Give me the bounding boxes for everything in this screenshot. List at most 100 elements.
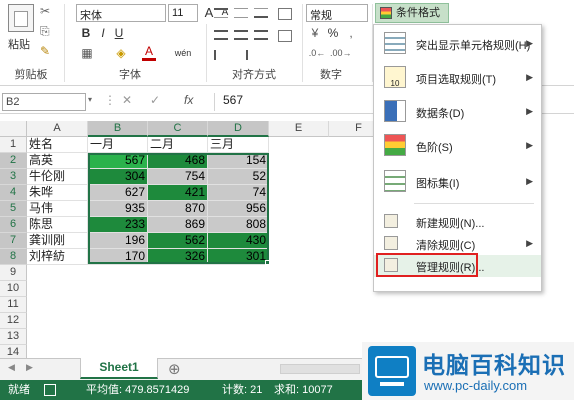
status-count: 计数: 21: [222, 384, 263, 396]
row-header-2[interactable]: 2: [0, 153, 27, 169]
insert-function-button[interactable]: fx: [184, 93, 193, 107]
font-name-select[interactable]: 宋体: [76, 4, 166, 22]
align-top-icon[interactable]: [214, 8, 228, 18]
copy-icon[interactable]: ⎘: [40, 24, 50, 39]
cf-menu-item-1[interactable]: 10 项目选取规则(T) ▶: [374, 61, 541, 95]
increase-decimal-icon[interactable]: .0←: [308, 44, 326, 62]
cut-icon[interactable]: ✂: [40, 4, 50, 18]
row-header-4[interactable]: 4: [0, 185, 27, 201]
sheet-scrollbar[interactable]: [280, 364, 360, 374]
phonetic-button[interactable]: wén: [170, 44, 196, 62]
wrap-text-icon[interactable]: [278, 8, 292, 20]
row-header-3[interactable]: 3: [0, 169, 27, 185]
select-all-corner[interactable]: [0, 121, 27, 137]
column-header-d[interactable]: D: [208, 121, 269, 137]
row-header-11[interactable]: 11: [0, 297, 27, 313]
submenu-arrow-icon: ▶: [526, 238, 533, 248]
align-left-icon[interactable]: [214, 30, 228, 40]
name-box-dropdown-icon[interactable]: ▾: [88, 95, 92, 104]
formula-input[interactable]: 567: [214, 93, 374, 111]
cf-menu-item-2[interactable]: 数据条(D) ▶: [374, 95, 541, 129]
separator: [64, 4, 65, 82]
cell[interactable]: 朱哗: [27, 185, 88, 201]
watermark-title: 电脑百科知识: [422, 352, 566, 378]
cf-menu-item-6[interactable]: 清除规则(C) ▶: [374, 233, 541, 255]
fill-color-icon[interactable]: ◈: [114, 44, 128, 62]
sheet-tab-sheet1[interactable]: Sheet1: [80, 358, 158, 379]
percent-button[interactable]: %: [326, 24, 340, 42]
cf-menu-item-5[interactable]: 新建规则(N)...: [374, 211, 541, 233]
cf-menu-item-4[interactable]: 图标集(I) ▶: [374, 165, 541, 199]
cell[interactable]: 高英: [27, 153, 88, 169]
font-size-select[interactable]: 11: [168, 4, 198, 22]
column-header-a[interactable]: A: [27, 121, 88, 137]
watermark-url: www.pc-daily.com: [424, 378, 528, 393]
bold-button[interactable]: B: [78, 24, 94, 42]
row-header-9[interactable]: 9: [0, 265, 27, 281]
conditional-formatting-button[interactable]: 条件格式 ▾: [375, 3, 449, 36]
paste-button[interactable]: 粘贴: [8, 36, 30, 52]
currency-icon[interactable]: ¥: [308, 24, 322, 42]
highlight-box: [376, 253, 478, 277]
cell[interactable]: 一月: [88, 137, 148, 153]
data-bars-icon: [384, 100, 406, 122]
cell[interactable]: 刘梓紡: [27, 249, 88, 265]
scroll-left-icon[interactable]: ◀: [8, 362, 15, 373]
cell[interactable]: 姓名: [27, 137, 88, 153]
scroll-right-icon[interactable]: ▶: [26, 362, 33, 373]
watermark: 电脑百科知识 www.pc-daily.com: [362, 342, 574, 400]
row-header-13[interactable]: 13: [0, 329, 27, 345]
cell[interactable]: 二月: [148, 137, 208, 153]
fill-handle[interactable]: [265, 260, 270, 265]
cf-menu-item-0[interactable]: 突出显示单元格规则(H) ▶: [374, 27, 541, 61]
row-header-5[interactable]: 5: [0, 201, 27, 217]
name-box[interactable]: B2: [2, 93, 86, 111]
cell[interactable]: 三月: [208, 137, 269, 153]
cell[interactable]: 马伟: [27, 201, 88, 217]
underline-button[interactable]: U: [112, 24, 126, 42]
cf-menu-item-label: 项目选取规则(T): [416, 74, 497, 86]
merge-cells-icon[interactable]: [278, 30, 292, 42]
clear-rules-icon: [384, 236, 398, 250]
submenu-arrow-icon: ▶: [526, 176, 533, 186]
column-header-b[interactable]: B: [88, 121, 148, 137]
decrease-decimal-icon[interactable]: .00→: [330, 44, 352, 62]
conditional-formatting-menu: 突出显示单元格规则(H) ▶ 10 项目选取规则(T) ▶ 数据条(D) ▶ 色阶(S) ▶ 图标…: [373, 24, 542, 292]
cancel-icon[interactable]: ✕: [122, 93, 132, 107]
borders-icon[interactable]: ▦: [80, 44, 94, 62]
number-format-select[interactable]: 常规: [306, 4, 368, 22]
highlight-rules-icon: [384, 32, 406, 54]
row-header-6[interactable]: 6: [0, 217, 27, 233]
cell[interactable]: 陈思: [27, 217, 88, 233]
row-header-7[interactable]: 7: [0, 233, 27, 249]
cell[interactable]: 龚训刚: [27, 233, 88, 249]
row-header-8[interactable]: 8: [0, 249, 27, 265]
row-header-10[interactable]: 10: [0, 281, 27, 297]
cf-menu-item-label: 图标集(I): [416, 178, 460, 190]
font-color-button[interactable]: A: [142, 44, 156, 61]
watermark-logo-icon: [368, 346, 416, 396]
clipboard-group-label: 剪贴板: [14, 69, 48, 81]
cell[interactable]: 牛伦刚: [27, 169, 88, 185]
row-header-12[interactable]: 12: [0, 313, 27, 329]
align-right-icon[interactable]: [254, 30, 268, 40]
cf-menu-item-label: 清除规则(C): [416, 240, 476, 252]
align-middle-icon[interactable]: [234, 8, 248, 18]
enter-icon[interactable]: ✓: [150, 93, 160, 107]
column-header-c[interactable]: C: [148, 121, 208, 137]
separator: [302, 4, 303, 82]
italic-button[interactable]: I: [96, 24, 110, 42]
macro-record-icon[interactable]: [44, 384, 56, 396]
align-bottom-icon[interactable]: [254, 8, 268, 18]
row-header-1[interactable]: 1: [0, 137, 27, 153]
comma-style-icon[interactable]: ,: [344, 24, 358, 42]
indent-icon[interactable]: [214, 50, 228, 60]
format-painter-icon[interactable]: ✎: [40, 44, 50, 58]
cf-menu-item-3[interactable]: 色阶(S) ▶: [374, 129, 541, 163]
column-header-e[interactable]: E: [269, 121, 329, 137]
more-icon: ⋮: [104, 93, 116, 107]
outdent-icon[interactable]: [234, 50, 248, 60]
align-center-icon[interactable]: [234, 30, 248, 40]
paste-icon[interactable]: [8, 4, 34, 32]
add-sheet-button[interactable]: ⊕: [168, 360, 181, 378]
